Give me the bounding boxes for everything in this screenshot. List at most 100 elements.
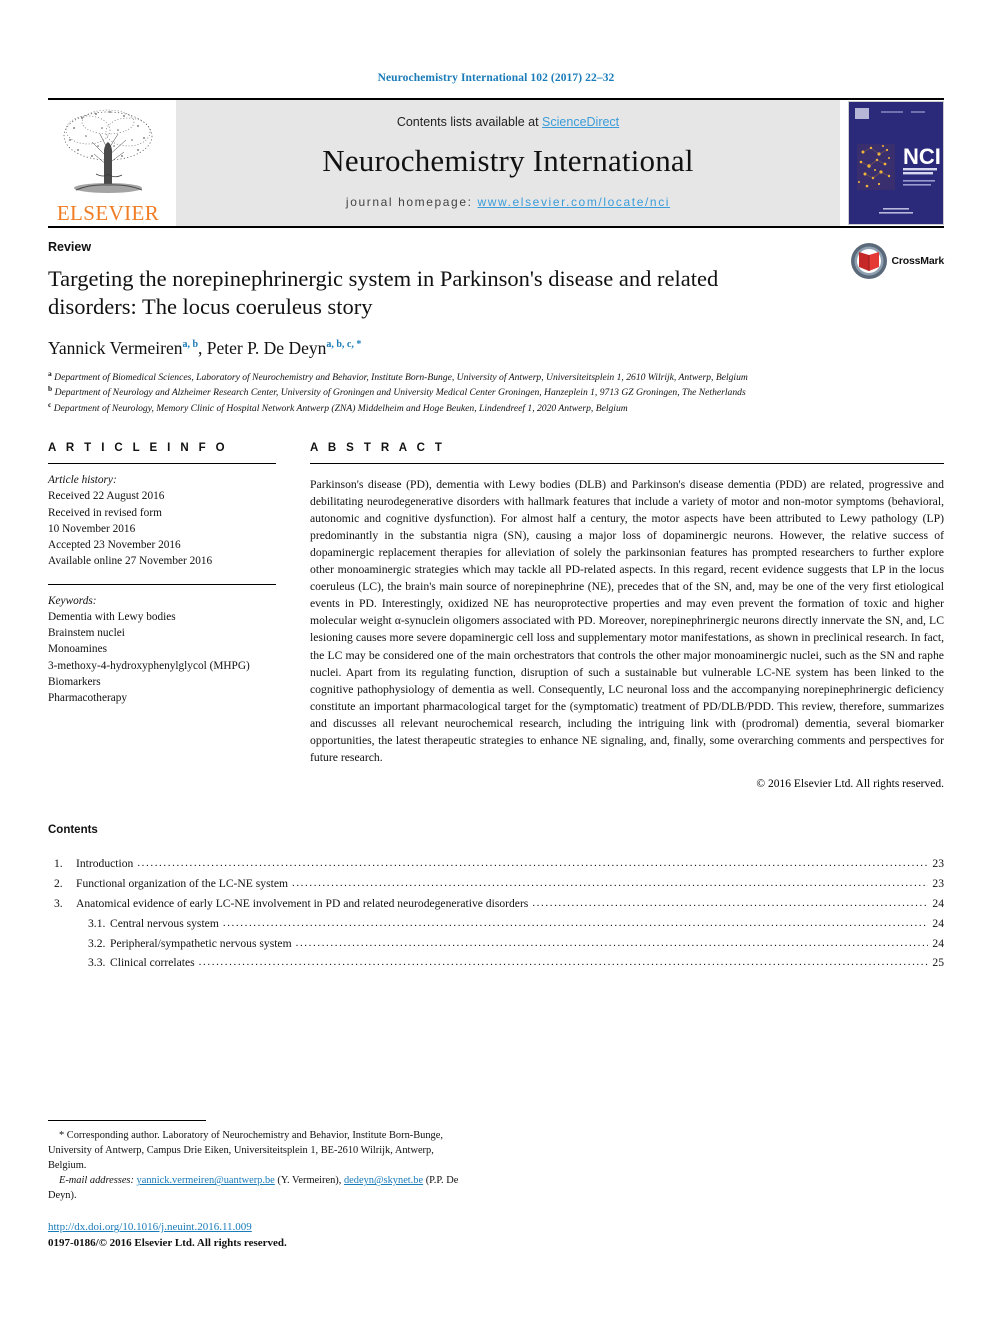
email-addresses-note: E-mail addresses: yannick.vermeiren@uant… [48, 1173, 468, 1203]
contents-page: 23 [932, 856, 944, 870]
keyword-item: Pharmacotherapy [48, 692, 128, 705]
history-item: Accepted 23 November 2016 [48, 539, 181, 552]
footnote-divider [48, 1120, 206, 1121]
contents-entry[interactable]: 3.1. Central nervous system ............… [48, 914, 944, 934]
divider [48, 463, 276, 465]
journal-cover-thumbnail[interactable]: NCI [848, 101, 944, 225]
contents-label[interactable]: Clinical correlates [110, 953, 199, 973]
elsevier-tree-icon [63, 109, 153, 193]
article-header: Review Targeting the norepinephrinergic … [48, 226, 944, 416]
contents-number: 3.3. [88, 956, 106, 970]
contents-entry[interactable]: 2. Functional organization of the LC-NE … [48, 874, 944, 894]
author-affiliation-marks: a, b [182, 338, 199, 350]
affiliation-mark: c [48, 400, 52, 410]
affiliation-mark: a [48, 368, 52, 378]
page-title: Targeting the norepinephrinergic system … [48, 266, 719, 320]
contents-page: 23 [932, 876, 944, 890]
journal-masthead: ELSEVIER Contents lists available at Sci… [48, 98, 944, 226]
journal-cover-art: NCI [849, 102, 943, 224]
affiliation-text: Department of Biomedical Sciences, Labor… [54, 371, 748, 383]
author-list: Yannick Vermeirena, b, Peter P. De Deyna… [48, 337, 362, 358]
footnote-block: * Corresponding author. Laboratory of Ne… [48, 1120, 468, 1252]
journal-band: Contents lists available at ScienceDirec… [176, 100, 840, 226]
contents-leader-dots: ........................................… [137, 856, 929, 869]
crossmark-label: CrossMark [891, 255, 945, 267]
contents-available-line: Contents lists available at ScienceDirec… [397, 115, 619, 129]
history-item: Received in revised form [48, 506, 162, 519]
homepage-prefix: journal homepage: [345, 195, 478, 209]
contents-leader-dots: ........................................… [532, 896, 929, 909]
issn-copyright-line: 0197-0186/© 2016 Elsevier Ltd. All right… [48, 1237, 287, 1250]
email-label: E-mail addresses: [59, 1175, 134, 1187]
contents-entry[interactable]: 3. Anatomical evidence of early LC-NE in… [48, 894, 944, 914]
svg-text:NCI: NCI [903, 144, 941, 169]
contents-number: 2. [54, 876, 63, 890]
crossmark-badge[interactable]: CrossMark [850, 242, 944, 280]
sciencedirect-link[interactable]: ScienceDirect [542, 115, 619, 129]
elsevier-wordmark: ELSEVIER [56, 201, 160, 225]
contents-label[interactable]: Anatomical evidence of early LC-NE invol… [76, 894, 532, 914]
affiliation-list: a Department of Biomedical Sciences, Lab… [48, 369, 808, 416]
contents-number: 3. [54, 896, 63, 910]
author-name[interactable]: Peter P. De Deyn [207, 338, 327, 358]
crossmark-icon [850, 243, 887, 279]
affiliation-mark: b [48, 384, 53, 394]
contents-number: 3.1. [88, 916, 106, 930]
abstract-heading: A B S T R A C T [310, 442, 446, 455]
keywords-label: Keywords: [48, 594, 97, 607]
divider [310, 463, 944, 465]
keywords-block: Keywords: Dementia with Lewy bodies Brai… [48, 593, 276, 707]
contents-entry[interactable]: 3.2. Peripheral/sympathetic nervous syst… [48, 934, 944, 954]
info-abstract-section: A R T I C L E I N F O Article history: R… [48, 442, 944, 790]
history-item: 10 November 2016 [48, 522, 136, 535]
contents-label[interactable]: Functional organization of the LC-NE sys… [76, 874, 292, 894]
article-history-block: Article history: Received 22 August 2016… [48, 472, 276, 570]
author-name[interactable]: Yannick Vermeiren [48, 338, 182, 358]
contents-heading: Contents [48, 823, 98, 836]
contents-leader-dots: ........................................… [291, 876, 929, 889]
journal-homepage-line: journal homepage: www.elsevier.com/locat… [346, 195, 670, 209]
contents-label[interactable]: Central nervous system [110, 914, 223, 934]
divider [48, 583, 276, 585]
contents-entry[interactable]: 1. Introduction ........................… [48, 854, 944, 874]
abstract-column: A B S T R A C T Parkinson's disease (PD)… [310, 442, 944, 790]
article-type: Review [48, 240, 92, 254]
contents-number: 1. [54, 856, 63, 870]
history-item: Received 22 August 2016 [48, 490, 165, 503]
contents-leader-dots: ........................................… [295, 936, 929, 949]
author-affiliation-marks: a, b, c, * [326, 338, 362, 350]
email-link-dedeyn[interactable]: dedeyn@skynet.be [344, 1175, 423, 1186]
article-info-heading: A R T I C L E I N F O [48, 442, 229, 455]
abstract-copyright: © 2016 Elsevier Ltd. All rights reserved… [756, 777, 944, 790]
contents-label[interactable]: Introduction [76, 854, 137, 874]
email-link-vermeiren[interactable]: yannick.vermeiren@uantwerp.be [137, 1175, 275, 1186]
contents-prefix: Contents lists available at [396, 115, 543, 129]
affiliation-text: Department of Neurology and Alzheimer Re… [54, 387, 746, 399]
corresponding-author-note: * Corresponding author. Laboratory of Ne… [48, 1130, 443, 1172]
journal-article-page: Neurochemistry International 102 (2017) … [0, 0, 992, 1323]
doi-line[interactable]: http://dx.doi.org/10.1016/j.neuint.2016.… [48, 1220, 468, 1236]
contents-number: 3.2. [88, 936, 106, 950]
contents-page: 24 [932, 936, 944, 950]
affiliation-item: b Department of Neurology and Alzheimer … [48, 384, 808, 400]
contents-entry[interactable]: 3.3. Clinical correlates ...............… [48, 953, 944, 973]
email-owner: (Y. Vermeiren), [277, 1175, 342, 1187]
abstract-body: Parkinson's disease (PD), dementia with … [310, 477, 944, 765]
journal-homepage-link[interactable]: www.elsevier.com/locate/nci [477, 195, 670, 209]
doi-link[interactable]: http://dx.doi.org/10.1016/j.neuint.2016.… [48, 1221, 252, 1233]
affiliation-item: c Department of Neurology, Memory Clinic… [48, 400, 808, 416]
keyword-item: Biomarkers [48, 676, 101, 688]
contents-label[interactable]: Peripheral/sympathetic nervous system [110, 934, 296, 954]
article-history-label: Article history: [48, 474, 117, 487]
keyword-item: Monoamines [48, 643, 107, 656]
keyword-item: Brainstem nuclei [48, 627, 125, 640]
affiliation-item: a Department of Biomedical Sciences, Lab… [48, 369, 808, 385]
contents-page: 25 [932, 956, 944, 970]
contents-page: 24 [932, 896, 944, 910]
contents-page: 24 [932, 916, 944, 930]
contents-leader-dots: ........................................… [198, 956, 929, 969]
elsevier-logo: ELSEVIER [48, 100, 168, 226]
keyword-item: 3-methoxy-4-hydroxyphenylglycol (MHPG) [48, 659, 250, 672]
history-item: Available online 27 November 2016 [48, 555, 213, 568]
article-info-column: A R T I C L E I N F O Article history: R… [48, 442, 276, 790]
